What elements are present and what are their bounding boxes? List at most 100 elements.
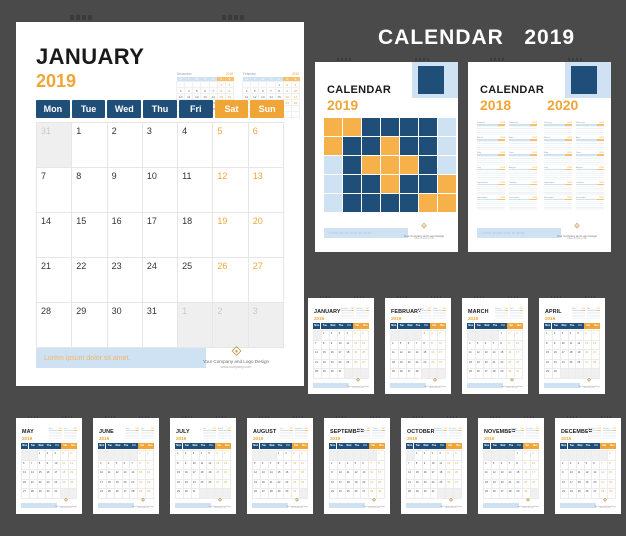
day-cell[interactable]: 5 [475,340,484,350]
day-cell[interactable]: 6 [499,460,508,470]
day-cell[interactable]: 9 [422,460,431,470]
day-cell[interactable]: 18 [468,359,476,369]
day-cell[interactable]: 5 [114,460,123,470]
day-cell[interactable]: 20 [361,479,370,489]
day-cell[interactable]: 26 [253,489,261,499]
day-cell[interactable]: 7 [268,460,277,470]
day-cell-adjacent[interactable] [507,451,516,461]
day-cell[interactable]: 24 [337,489,346,499]
day-cell[interactable]: 27 [248,258,284,303]
day-cell-adjacent[interactable] [391,331,399,341]
day-cell[interactable]: 15 [138,470,147,480]
day-cell[interactable]: 8 [321,340,330,350]
day-cell[interactable]: 11 [484,470,492,480]
month-card-october[interactable]: OCTOBER2019September2019November2019MonT… [401,416,467,514]
cover-sheet-multiyear[interactable]: CALENDAR 2018 2020 January 2018 February 20… [468,58,611,252]
day-cell[interactable]: 23 [561,489,569,499]
day-cell[interactable]: 8 [138,460,147,470]
day-cell[interactable]: 15 [176,470,184,480]
day-cell[interactable]: 7 [600,460,609,470]
day-cell[interactable]: 2 [430,331,439,341]
day-cell[interactable]: 19 [584,479,593,489]
day-cell[interactable]: 12 [353,470,362,480]
day-cell[interactable]: 6 [584,331,593,341]
day-cell[interactable]: 13 [483,350,492,360]
day-cell[interactable]: 17 [337,350,346,360]
day-cell[interactable]: 11 [61,460,70,470]
day-cell[interactable]: 6 [454,451,462,461]
day-cell[interactable]: 3 [438,331,446,341]
day-cell[interactable]: 27 [361,359,369,369]
day-cell-adjacent[interactable]: 3 [248,303,284,348]
day-cell[interactable]: 3 [53,451,62,461]
day-cell[interactable]: 6 [483,340,492,350]
day-cell[interactable]: 18 [300,470,308,480]
day-cell[interactable]: 12 [576,340,585,350]
day-cell[interactable]: 16 [146,470,154,480]
day-cell[interactable]: 24 [191,479,200,489]
day-cell-adjacent[interactable] [475,331,484,341]
day-cell[interactable]: 15 [515,470,524,480]
day-cell[interactable]: 3 [142,123,179,168]
day-cell[interactable]: 14 [268,470,277,480]
day-cell[interactable]: 15 [276,470,285,480]
month-card-march[interactable]: MARCH2019February2019April2019MonTueWedT… [462,296,528,394]
day-cell[interactable]: 21 [407,479,415,489]
day-cell[interactable]: 17 [568,479,577,489]
day-cell[interactable]: 23 [430,359,439,369]
day-cell[interactable]: 1 [608,451,616,461]
day-cell[interactable]: 4 [438,451,447,461]
day-cell-adjacent[interactable]: 1 [178,303,214,348]
day-cell-adjacent[interactable] [561,451,569,461]
day-cell[interactable]: 11 [568,340,577,350]
day-cell[interactable]: 1 [545,331,553,341]
day-cell[interactable]: 26 [353,359,362,369]
day-cell-adjacent[interactable] [114,451,123,461]
day-cell[interactable]: 5 [491,460,500,470]
day-cell[interactable]: 26 [584,489,593,499]
day-cell[interactable]: 24 [515,359,523,369]
day-cell[interactable]: 23 [329,359,338,369]
day-cell[interactable]: 12 [398,350,407,360]
day-cell[interactable]: 27 [499,489,508,499]
day-cell[interactable]: 22 [377,479,385,489]
day-cell[interactable]: 5 [207,451,216,461]
day-cell[interactable]: 22 [138,479,147,489]
main-day-grid[interactable]: 31 1 2 3 4 5 6 7 8 9 10 11 12 13 14 15 16 17 18 19 20 21 22 23 2… [36,122,284,348]
day-cell[interactable]: 24 [53,479,62,489]
day-cell[interactable]: 29 [72,303,108,348]
day-cell-adjacent[interactable] [199,489,208,499]
day-cell[interactable]: 17 [515,350,523,360]
day-cell[interactable]: 4 [391,340,399,350]
day-cell[interactable]: 9 [183,460,192,470]
day-cell[interactable]: 22 [321,359,330,369]
day-cell[interactable]: 10 [292,460,301,470]
day-cell-adjacent[interactable] [406,331,415,341]
cover-sheet-2019[interactable]: CALENDAR 2019 Lorem ipsum dolor sit amet… [315,58,458,252]
day-cell[interactable]: 30 [422,489,431,499]
day-cell[interactable]: 13 [499,470,508,480]
day-cell[interactable]: 26 [398,369,407,379]
day-cell[interactable]: 1 [176,451,184,461]
day-cell[interactable]: 28 [407,489,415,499]
day-cell[interactable]: 2 [284,451,293,461]
day-cell[interactable]: 23 [330,489,338,499]
day-cell[interactable]: 11 [178,168,214,213]
day-cell[interactable]: 5 [576,331,585,341]
day-cell[interactable]: 10 [191,460,200,470]
day-cell[interactable]: 23 [284,479,293,489]
day-cell[interactable]: 22 [515,479,524,489]
day-cell[interactable]: 2 [523,451,532,461]
day-cell[interactable]: 5 [446,451,455,461]
day-cell[interactable]: 13 [248,168,284,213]
day-cell[interactable]: 2 [561,460,569,470]
day-cell[interactable]: 3 [337,331,346,341]
day-cell[interactable]: 27 [260,489,269,499]
day-cell[interactable]: 16 [430,350,439,360]
day-cell[interactable]: 20 [592,479,601,489]
day-cell[interactable]: 24 [142,258,179,303]
day-cell[interactable]: 13 [592,470,601,480]
day-cell[interactable]: 12 [253,470,261,480]
day-cell[interactable]: 25 [61,479,70,489]
day-cell[interactable]: 21 [37,258,73,303]
